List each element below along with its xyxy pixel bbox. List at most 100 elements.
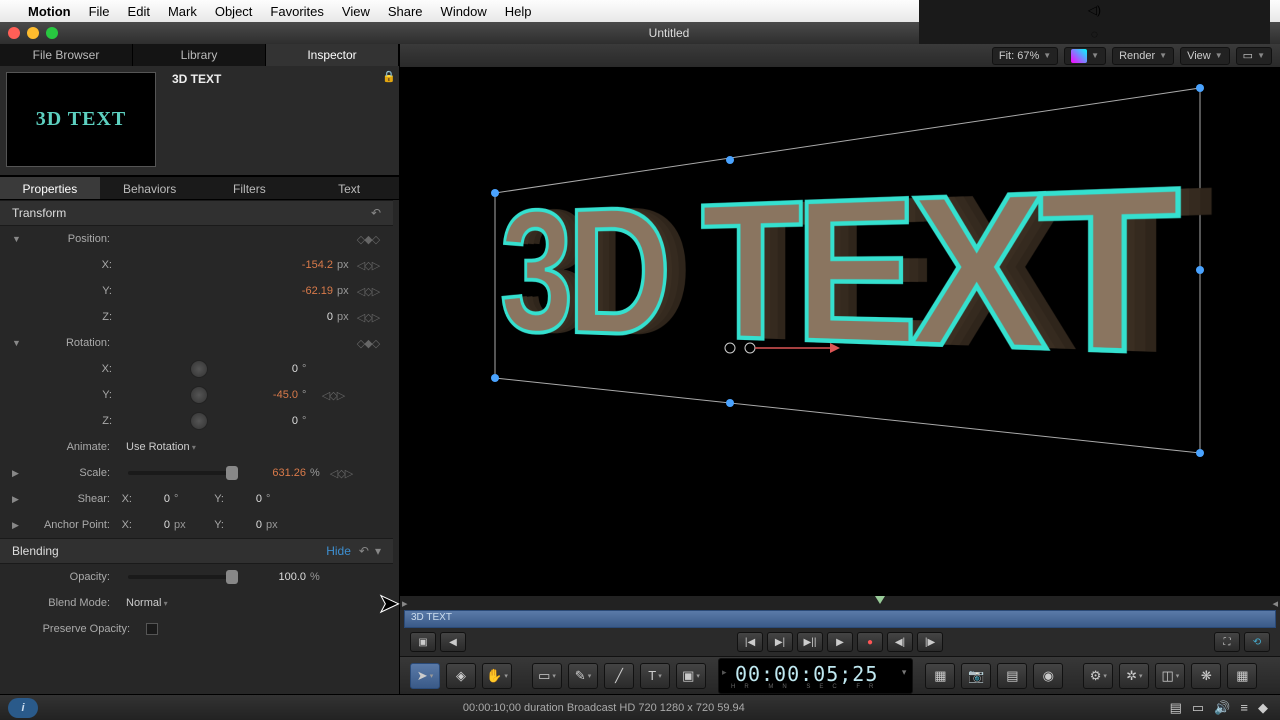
rot-z-dial[interactable] <box>190 412 208 430</box>
mute-button[interactable]: ◀ <box>440 632 466 652</box>
shear-y-value[interactable]: 0 <box>232 493 262 505</box>
timeline-ruler[interactable]: ▸ ◂ <box>400 596 1280 610</box>
select-tool[interactable]: ➤ <box>410 663 440 689</box>
generator-button[interactable]: ◉ <box>1033 663 1063 689</box>
canvas[interactable]: 3D TEXT <box>400 68 1280 595</box>
opacity-value[interactable]: 100.0 <box>246 571 306 583</box>
rot-x-dial[interactable] <box>190 360 208 378</box>
preserve-opacity-checkbox[interactable] <box>146 623 158 635</box>
behaviors-menu[interactable]: ✲ <box>1119 663 1149 689</box>
shear-x-value[interactable]: 0 <box>140 493 170 505</box>
step-forward-button[interactable]: |▶ <box>917 632 943 652</box>
play-button[interactable]: ▶ <box>827 632 853 652</box>
next-frame-button[interactable]: ▶|| <box>797 632 823 652</box>
disclosure-position[interactable]: ▼ <box>12 234 21 244</box>
tab-inspector[interactable]: Inspector <box>266 44 399 66</box>
menu-help[interactable]: Help <box>505 4 532 19</box>
disclosure-rotation[interactable]: ▼ <box>12 338 21 348</box>
disclosure-shear[interactable]: ▶ <box>12 494 19 505</box>
scale-value[interactable]: 631.26 <box>246 467 306 479</box>
keyframe-pos-z[interactable]: ◁◇▷ <box>353 311 383 324</box>
keyframe-rotation[interactable]: ◇◆◇ <box>353 337 383 350</box>
animate-popup[interactable]: Use Rotation <box>120 441 196 453</box>
keyframe-pos-x[interactable]: ◁◇▷ <box>353 259 383 272</box>
pan-tool[interactable]: ✋ <box>482 663 512 689</box>
disclosure-anchor[interactable]: ▶ <box>12 520 19 531</box>
minimize-button[interactable] <box>27 27 39 39</box>
filters-menu[interactable]: ◫ <box>1155 663 1185 689</box>
zoom-button[interactable] <box>46 27 58 39</box>
gear-menu[interactable]: ⚙ <box>1083 663 1113 689</box>
reset-icon[interactable]: ↶ <box>371 206 381 220</box>
anchor-y-value[interactable]: 0 <box>232 519 262 531</box>
info-button[interactable]: i <box>8 698 38 718</box>
rot-x-value[interactable]: 0 <box>238 363 298 375</box>
audio-icon[interactable]: 🔊 <box>1214 700 1230 716</box>
blendmode-popup[interactable]: Normal <box>120 597 168 609</box>
keyframe-editor-icon[interactable]: ◆ <box>1258 700 1268 716</box>
keyframe-scale[interactable]: ◁◇▷ <box>326 467 356 480</box>
timecode-display[interactable]: 00:00:05;25 HR MN SEC FR <box>718 658 913 694</box>
pen-tool[interactable]: ✎ <box>568 663 598 689</box>
text-tool[interactable]: T <box>640 663 670 689</box>
keyframe-position[interactable]: ◇◆◇ <box>353 233 383 246</box>
timeline-icon[interactable]: ≡ <box>1240 700 1248 716</box>
fit-popup[interactable]: Fit: 67%▼ <box>992 47 1058 65</box>
playhead[interactable] <box>875 596 885 604</box>
go-to-end-marker[interactable]: ◂ <box>1272 597 1278 610</box>
render-popup[interactable]: Render▼ <box>1112 47 1174 65</box>
record-button[interactable]: ● <box>857 632 883 652</box>
app-menu[interactable]: Motion <box>28 4 71 19</box>
mask-tool[interactable]: ▣ <box>676 663 706 689</box>
close-button[interactable] <box>8 27 20 39</box>
menu-file[interactable]: File <box>89 4 110 19</box>
menu-favorites[interactable]: Favorites <box>270 4 323 19</box>
keyframe-rot-y[interactable]: ◁◇▷ <box>318 389 348 402</box>
scale-slider[interactable] <box>128 471 238 475</box>
anchor-x-value[interactable]: 0 <box>140 519 170 531</box>
opacity-slider[interactable] <box>128 575 238 579</box>
tab-behaviors[interactable]: Behaviors <box>100 177 200 199</box>
loop-button[interactable]: ⟲ <box>1244 632 1270 652</box>
camera-button[interactable]: 📷 <box>961 663 991 689</box>
hud-button[interactable]: ▦ <box>925 663 955 689</box>
media-icon[interactable]: ▭ <box>1192 700 1204 716</box>
tab-text[interactable]: Text <box>299 177 399 199</box>
view-popup[interactable]: View▼ <box>1180 47 1230 65</box>
go-to-start-button[interactable]: |◀ <box>737 632 763 652</box>
pos-x-value[interactable]: -154.2 <box>273 259 333 271</box>
section-menu-icon[interactable]: ▾ <box>375 544 381 558</box>
disclosure-scale[interactable]: ▶ <box>12 468 19 479</box>
tab-library[interactable]: Library <box>133 44 266 66</box>
menu-window[interactable]: Window <box>441 4 487 19</box>
blending-section-header[interactable]: Blending Hide ↶ ▾ <box>0 538 393 564</box>
prev-frame-button[interactable]: ▶| <box>767 632 793 652</box>
lock-icon[interactable]: 🔒 <box>379 66 399 175</box>
light-button[interactable]: ▤ <box>997 663 1027 689</box>
line-tool[interactable]: ╱ <box>604 663 634 689</box>
step-back-button[interactable]: ◀| <box>887 632 913 652</box>
menu-object[interactable]: Object <box>215 4 253 19</box>
go-to-start-marker[interactable]: ▸ <box>402 597 408 610</box>
layout-popup[interactable]: ▭▼ <box>1236 47 1272 65</box>
tab-properties[interactable]: Properties <box>0 177 100 199</box>
particles-button[interactable]: ❋ <box>1191 663 1221 689</box>
pos-z-value[interactable]: 0 <box>273 311 333 323</box>
rot-y-dial[interactable] <box>190 386 208 404</box>
keyframe-pos-y[interactable]: ◁◇▷ <box>353 285 383 298</box>
rot-y-value[interactable]: -45.0 <box>238 389 298 401</box>
3d-transform-tool[interactable]: ◈ <box>446 663 476 689</box>
rot-z-value[interactable]: 0 <box>238 415 298 427</box>
menu-share[interactable]: Share <box>388 4 423 19</box>
tab-file-browser[interactable]: File Browser <box>0 44 133 66</box>
transform-section-header[interactable]: Transform ↶ <box>0 200 393 226</box>
tab-filters[interactable]: Filters <box>200 177 300 199</box>
menu-mark[interactable]: Mark <box>168 4 197 19</box>
timeline-clip[interactable]: 3D TEXT <box>404 610 1276 628</box>
pos-y-value[interactable]: -62.19 <box>273 285 333 297</box>
rectangle-tool[interactable]: ▭ <box>532 663 562 689</box>
hide-link[interactable]: Hide <box>326 544 351 558</box>
layers-icon[interactable]: ▤ <box>1170 700 1182 716</box>
fullscreen-button[interactable]: ⛶ <box>1214 632 1240 652</box>
reset-icon[interactable]: ↶ <box>359 544 369 558</box>
